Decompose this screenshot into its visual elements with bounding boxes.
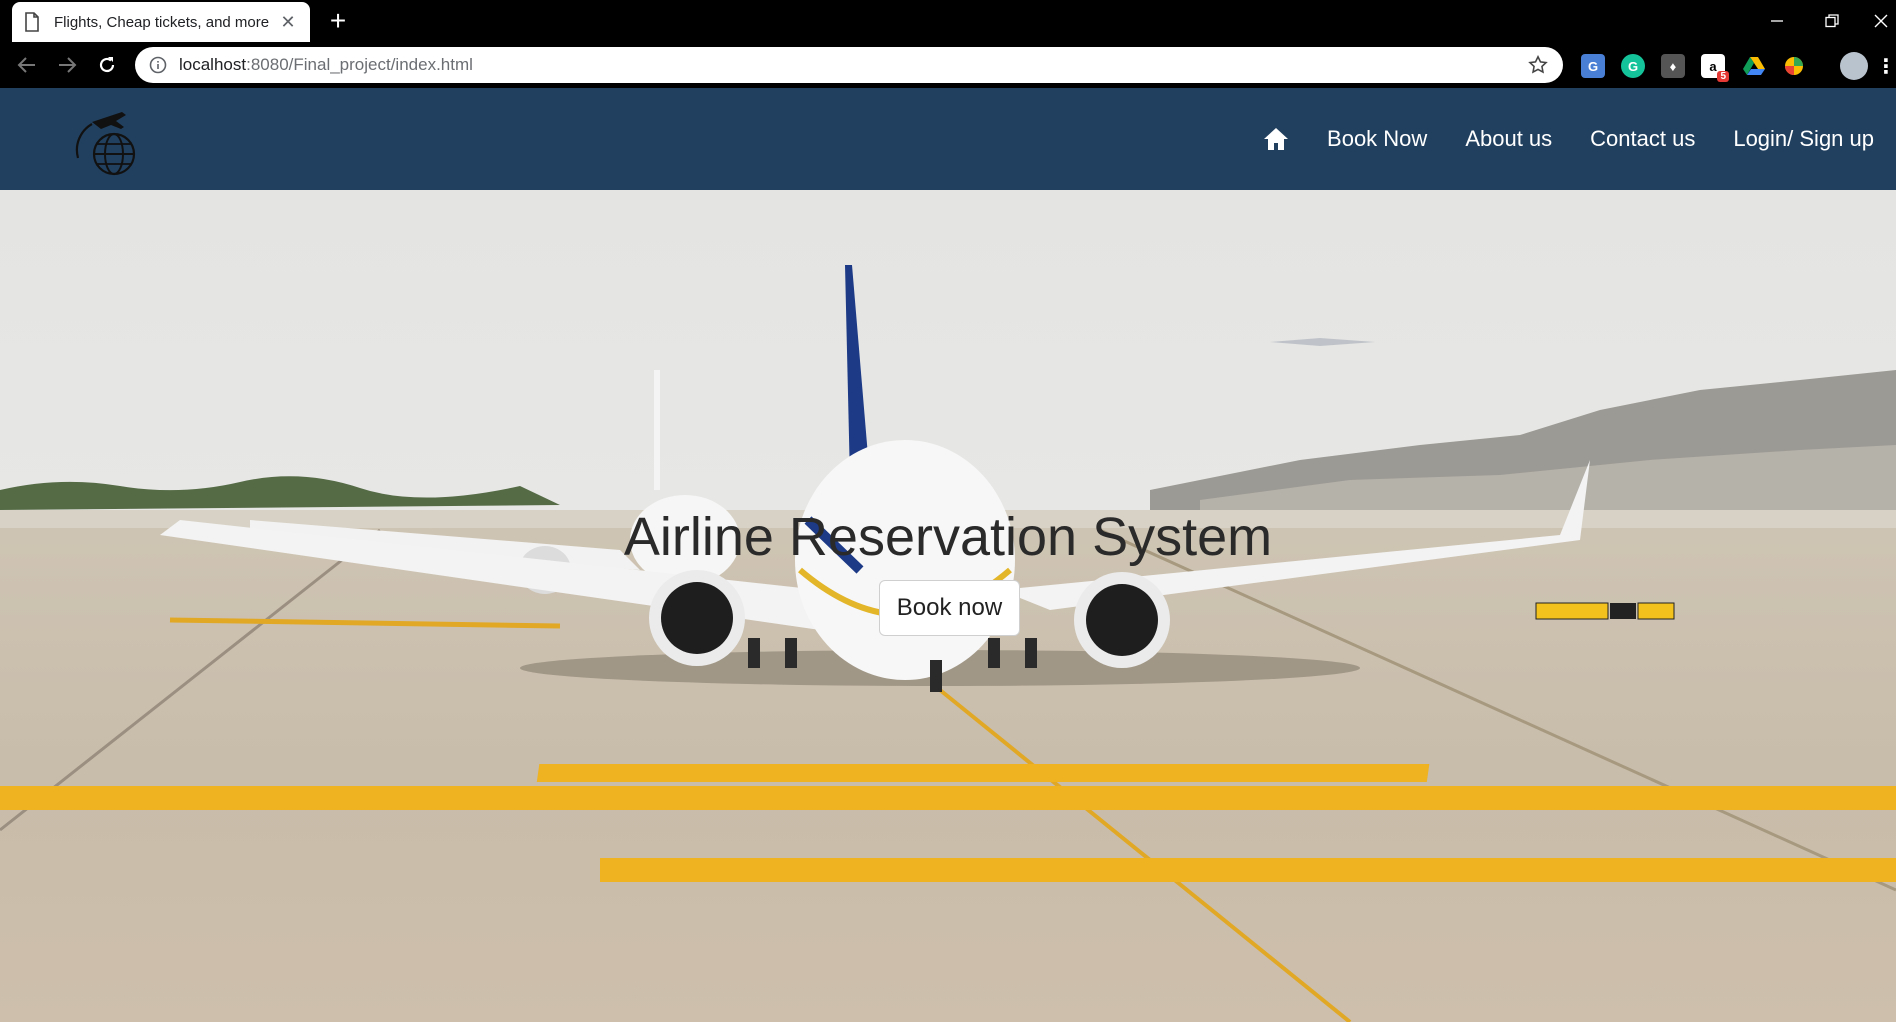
nav-contact-us-link[interactable]: Contact us (1590, 126, 1695, 152)
plane-globe-logo[interactable] (72, 106, 142, 178)
back-button[interactable] (12, 50, 42, 80)
back-arrow-icon (17, 57, 35, 73)
tab-close-icon[interactable]: ✕ (278, 12, 298, 32)
restore-icon (1825, 14, 1839, 28)
page-icon (25, 12, 39, 32)
close-window-button[interactable] (1866, 6, 1896, 36)
amazon-extension-icon[interactable]: a 5 (1701, 54, 1729, 82)
extension-badge: 5 (1717, 71, 1729, 82)
drive-extension-icon[interactable] (1742, 54, 1766, 78)
url-path: :8080/Final_project/index.html (246, 55, 473, 74)
nav-links: Book Now About us Contact us Login/ Sign… (1263, 88, 1874, 190)
profile-avatar[interactable] (1840, 52, 1868, 80)
site-navbar: Book Now About us Contact us Login/ Sign… (0, 88, 1896, 190)
restore-button[interactable] (1812, 6, 1852, 36)
web-page: Book Now About us Contact us Login/ Sign… (0, 88, 1896, 1022)
address-bar[interactable]: localhost:8080/Final_project/index.html (135, 47, 1563, 83)
keep-extension-icon[interactable]: ♦ (1661, 54, 1685, 78)
hero-section: Airline Reservation System Book now (0, 190, 1896, 1022)
bookmark-star-icon[interactable] (1527, 54, 1549, 76)
browser-tab[interactable]: Flights, Cheap tickets, and more ✕ (12, 2, 310, 42)
reload-button[interactable] (92, 50, 122, 80)
color-extension-icon[interactable] (1782, 54, 1806, 78)
forward-button[interactable] (52, 50, 82, 80)
minimize-icon (1771, 20, 1783, 22)
minimize-button[interactable] (1757, 6, 1797, 36)
translate-extension-icon[interactable]: G (1581, 54, 1605, 78)
nav-about-us-link[interactable]: About us (1465, 126, 1552, 152)
home-icon[interactable] (1263, 126, 1289, 152)
forward-arrow-icon (59, 57, 77, 73)
browser-toolbar: localhost:8080/Final_project/index.html … (0, 42, 1896, 88)
browser-tabbar: Flights, Cheap tickets, and more ✕ + (0, 0, 1896, 42)
reload-icon (99, 57, 115, 73)
color-wheel-icon (1785, 57, 1803, 75)
grammarly-extension-icon[interactable]: G (1621, 54, 1645, 78)
new-tab-button[interactable]: + (324, 7, 352, 36)
menu-kebab-icon[interactable]: ⋮ (1876, 54, 1896, 78)
site-info-icon[interactable] (149, 56, 167, 74)
nav-login-signup-link[interactable]: Login/ Sign up (1733, 126, 1874, 152)
hero-book-now-button[interactable]: Book now (879, 580, 1020, 636)
url-host: localhost (179, 55, 247, 74)
nav-book-now-link[interactable]: Book Now (1327, 126, 1427, 152)
tab-title: Flights, Cheap tickets, and more (54, 13, 270, 31)
close-icon (1874, 14, 1888, 28)
hero-title: Airline Reservation System (623, 507, 1273, 567)
drive-icon (1743, 57, 1765, 75)
